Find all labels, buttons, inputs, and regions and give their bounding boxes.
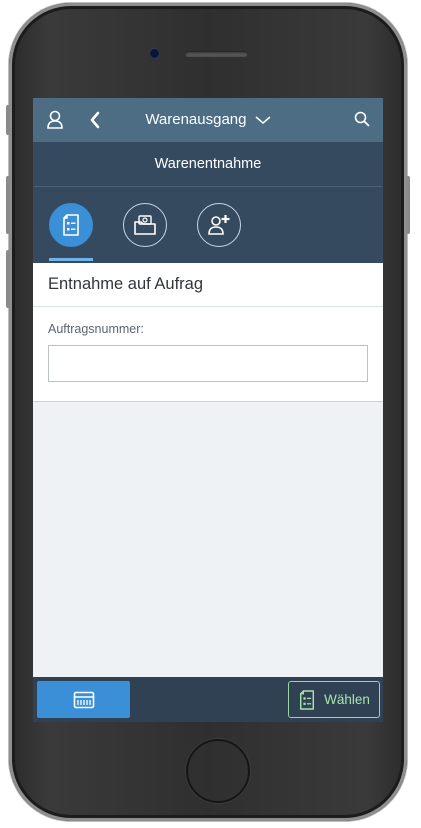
app-title-dropdown[interactable]: Warenausgang bbox=[33, 111, 383, 128]
panel-header: Entnahme auf Aufrag bbox=[33, 263, 383, 307]
active-tab-indicator bbox=[49, 258, 93, 261]
folder-cash-icon bbox=[134, 215, 156, 235]
icon-tab-bar bbox=[33, 187, 383, 263]
front-camera bbox=[149, 48, 160, 59]
select-button[interactable]: Wählen bbox=[288, 681, 380, 718]
barcode-scanner-icon bbox=[73, 691, 94, 708]
panel-title: Entnahme auf Aufrag bbox=[48, 275, 204, 293]
footer-toolbar: Wählen bbox=[33, 677, 383, 722]
order-panel: Entnahme auf Aufrag Auftragsnummer: bbox=[33, 263, 383, 402]
mute-switch bbox=[6, 105, 10, 135]
app-screen: Warenausgang Warenentnahme Entnahme auf … bbox=[33, 98, 383, 722]
earpiece-speaker bbox=[185, 51, 248, 57]
order-number-input[interactable] bbox=[48, 345, 368, 382]
tab-order-document[interactable] bbox=[49, 203, 93, 247]
scan-button[interactable] bbox=[37, 681, 130, 718]
sub-header: Warenentnahme bbox=[33, 142, 383, 187]
volume-down-button bbox=[6, 250, 10, 308]
dropdown-chevron-icon bbox=[255, 116, 271, 125]
add-user-icon bbox=[208, 215, 230, 235]
volume-up-button bbox=[6, 176, 10, 234]
document-list-icon bbox=[300, 689, 315, 710]
tab-money-folder[interactable] bbox=[123, 203, 167, 247]
power-button bbox=[406, 176, 410, 234]
select-button-label: Wählen bbox=[324, 692, 370, 707]
search-icon[interactable] bbox=[354, 111, 370, 132]
order-number-label: Auftragsnummer: bbox=[48, 322, 144, 336]
page-title: Warenentnahme bbox=[154, 156, 262, 172]
tab-add-person[interactable] bbox=[197, 203, 241, 247]
app-header: Warenausgang bbox=[33, 98, 383, 142]
app-title: Warenausgang bbox=[145, 111, 247, 128]
document-list-icon bbox=[63, 214, 79, 236]
main-content: Entnahme auf Aufrag Auftragsnummer: bbox=[33, 263, 383, 677]
home-button[interactable] bbox=[186, 739, 250, 803]
